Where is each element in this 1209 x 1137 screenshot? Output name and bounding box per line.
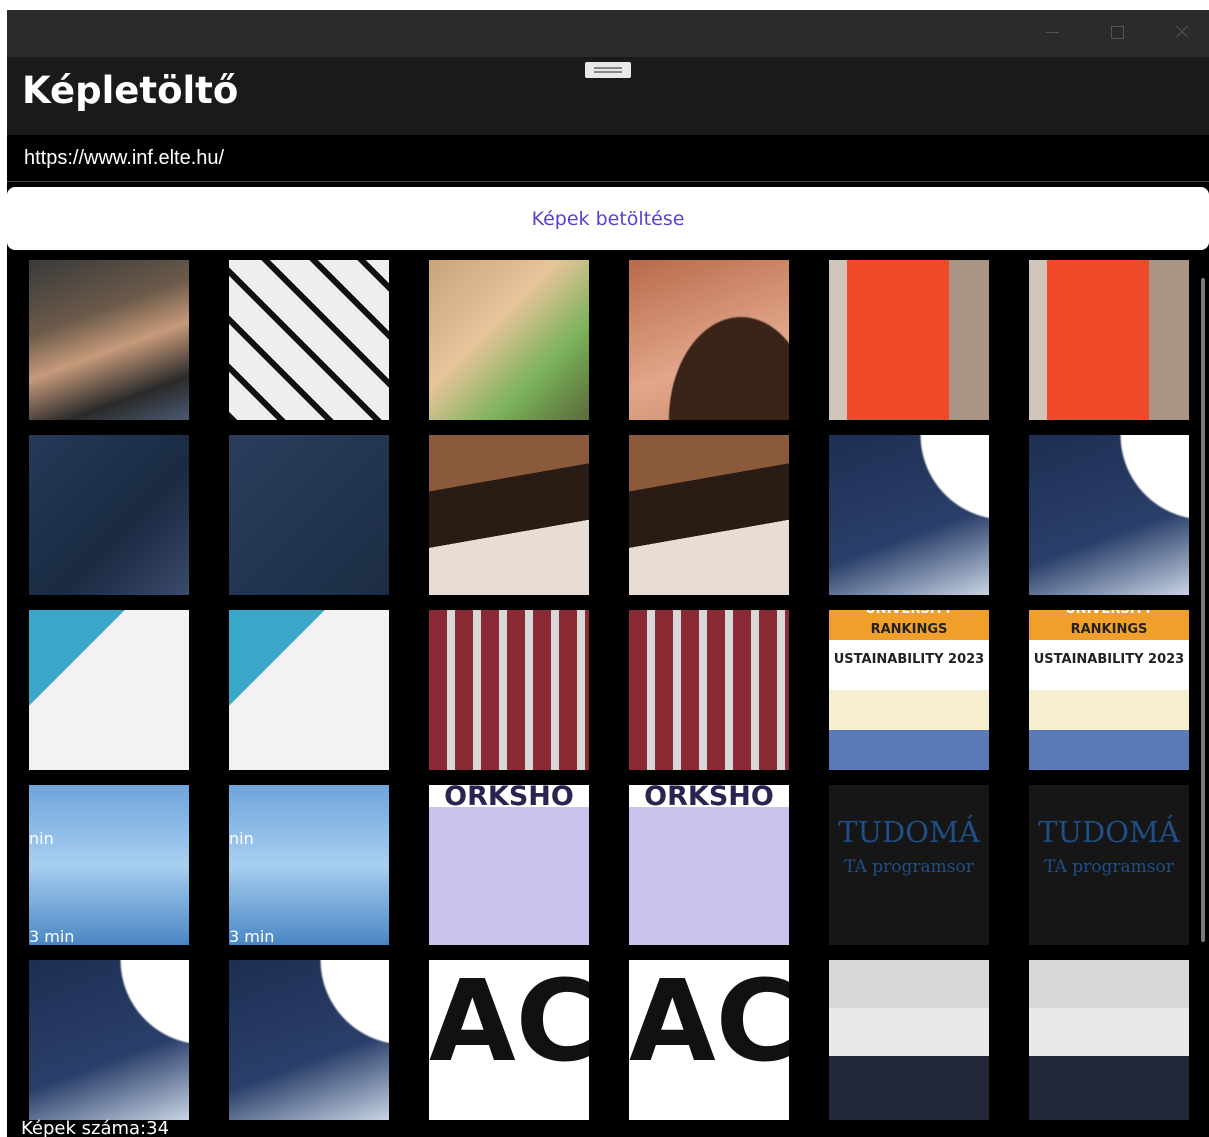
maximize-icon[interactable] [1105, 20, 1129, 44]
image-grid[interactable]: UNIVERSITYRANKINGSUSTAINABILITY 2023UNIV… [29, 260, 1199, 1120]
image-caption: TA programsor [1044, 857, 1174, 877]
image-thumbnail[interactable] [429, 610, 589, 770]
image-caption: RANKINGS [870, 622, 948, 637]
title-bar[interactable] [7, 10, 1209, 57]
image-thumbnail[interactable]: UNIVERSITY RANKINGS USTAINABILITY 2023 [829, 610, 989, 770]
image-caption: USTAINABILITY 2023 [1033, 652, 1185, 667]
image-thumbnail[interactable] [229, 960, 389, 1120]
image-thumbnail[interactable]: ORKSHO [629, 785, 789, 945]
image-thumbnail[interactable] [829, 435, 989, 595]
image-caption: TUDOMÁ [838, 815, 980, 849]
url-input[interactable] [7, 135, 1209, 182]
image-thumbnail[interactable] [629, 610, 789, 770]
image-thumbnail[interactable] [229, 435, 389, 595]
image-caption: TUDOMÁ [1038, 815, 1180, 849]
image-thumbnail[interactable]: AC [629, 960, 789, 1120]
scrollbar[interactable] [1201, 278, 1205, 942]
image-thumbnail[interactable] [829, 960, 989, 1120]
image-thumbnail[interactable]: UNIVERSITY RANKINGS USTAINABILITY 2023 [1029, 610, 1189, 770]
image-caption: AC [429, 960, 589, 1087]
minimize-icon[interactable] [1040, 20, 1064, 44]
drag-handle-icon[interactable] [585, 62, 631, 78]
image-thumbnail[interactable] [829, 260, 989, 420]
image-thumbnail[interactable] [229, 610, 389, 770]
image-thumbnail[interactable]: nin 3 min [29, 785, 189, 945]
image-count-label: Képek száma:34 [21, 1118, 170, 1137]
image-thumbnail[interactable] [429, 435, 589, 595]
app-window: Képletöltő Képek betöltése UNIVERSITY RAN… [7, 10, 1209, 1137]
image-thumbnail[interactable]: ORKSHO [429, 785, 589, 945]
image-caption: UNIVERSITY [1029, 610, 1189, 617]
image-thumbnail[interactable] [29, 435, 189, 595]
image-caption: UNIVERSITY [829, 610, 989, 617]
image-caption: TA programsor [844, 857, 974, 877]
image-caption: RANKINGS [1070, 622, 1148, 637]
load-images-button[interactable]: Képek betöltése [7, 187, 1209, 250]
image-thumbnail[interactable]: TUDOMÁ TA programsor [829, 785, 989, 945]
image-thumbnail[interactable] [629, 260, 789, 420]
image-caption: 3 min [229, 927, 275, 945]
image-thumbnail[interactable] [429, 260, 589, 420]
image-caption: ORKSHO [444, 785, 574, 812]
image-thumbnail[interactable] [1029, 960, 1189, 1120]
image-thumbnail[interactable] [29, 960, 189, 1120]
image-caption: ORKSHO [644, 785, 774, 812]
image-caption: nin [229, 829, 254, 848]
image-thumbnail[interactable] [29, 610, 189, 770]
image-thumbnail[interactable] [229, 260, 389, 420]
image-thumbnail[interactable] [29, 260, 189, 420]
page-title: Képletöltő [22, 69, 239, 112]
image-caption: AC [629, 960, 789, 1087]
image-caption: USTAINABILITY 2023 [833, 652, 985, 667]
image-thumbnail[interactable] [1029, 435, 1189, 595]
image-caption: nin [29, 829, 54, 848]
image-thumbnail[interactable]: TUDOMÁ TA programsor [1029, 785, 1189, 945]
image-thumbnail[interactable] [1029, 260, 1189, 420]
image-thumbnail[interactable]: AC [429, 960, 589, 1120]
image-caption: 3 min [29, 927, 75, 945]
image-thumbnail[interactable] [629, 435, 789, 595]
close-icon[interactable] [1170, 20, 1194, 44]
image-thumbnail[interactable]: nin 3 min [229, 785, 389, 945]
